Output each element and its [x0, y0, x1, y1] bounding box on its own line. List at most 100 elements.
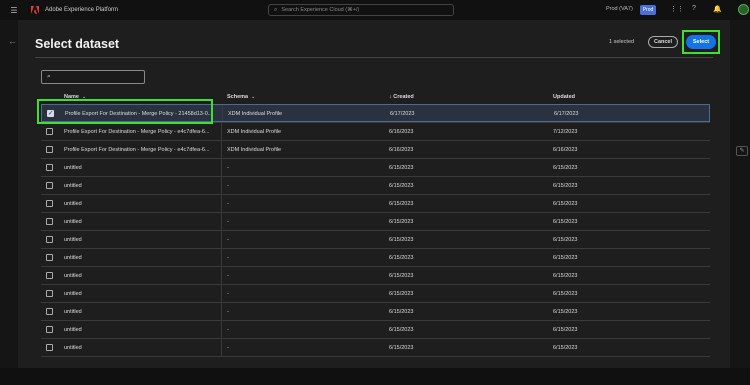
column-divider [221, 339, 222, 356]
cell-schema: - [227, 183, 229, 189]
row-checkbox[interactable] [46, 128, 53, 135]
row-checkbox[interactable] [46, 236, 53, 243]
cell-created: 6/15/2023 [389, 327, 414, 333]
table-row[interactable]: untitled - 6/15/2023 6/15/2023 [41, 194, 710, 212]
table-row[interactable]: untitled - 6/15/2023 6/15/2023 [41, 248, 710, 266]
cell-name: untitled [64, 201, 82, 207]
cell-schema: - [227, 273, 229, 279]
search-icon: ⌕ [47, 73, 51, 80]
table-row[interactable]: untitled - 6/15/2023 6/15/2023 [41, 158, 710, 176]
cell-schema: - [227, 309, 229, 315]
cell-name: untitled [64, 237, 82, 243]
table-row[interactable]: untitled - 6/15/2023 6/15/2023 [41, 230, 710, 248]
row-checkbox[interactable] [46, 146, 53, 153]
column-divider [222, 105, 223, 121]
column-divider [221, 141, 222, 158]
adobe-logo-icon [31, 6, 39, 14]
help-icon[interactable]: ? [692, 5, 696, 12]
column-header-schema-label: Schema [227, 94, 249, 100]
bell-icon[interactable]: 🔔 [713, 5, 722, 13]
cell-created: 6/15/2023 [389, 237, 414, 243]
cell-updated: 6/15/2023 [553, 291, 578, 297]
cell-created: 6/15/2023 [389, 255, 414, 261]
cell-schema: XDM Individual Profile [227, 129, 282, 135]
cell-schema: - [227, 255, 229, 261]
edit-icon: ✎ [736, 146, 748, 156]
cell-schema: - [227, 291, 229, 297]
table-row[interactable]: untitled - 6/15/2023 6/15/2023 [41, 320, 710, 338]
table-row[interactable]: untitled - 6/15/2023 6/15/2023 [41, 266, 710, 284]
select-button[interactable]: Select [686, 35, 716, 49]
selected-row-highlight [37, 99, 213, 124]
column-header-created-label: Created [393, 94, 414, 100]
table-bottom-edge [41, 356, 710, 362]
cell-created: 6/15/2023 [389, 165, 414, 171]
cell-name: untitled [64, 273, 82, 279]
table-row[interactable]: untitled - 6/15/2023 6/15/2023 [41, 176, 710, 194]
avatar[interactable] [738, 4, 749, 15]
table-row[interactable]: Profile Export For Destination - Merge P… [41, 140, 710, 158]
app-title[interactable]: Adobe Experience Platform [45, 7, 118, 13]
row-checkbox[interactable] [46, 218, 53, 225]
row-checkbox[interactable] [46, 182, 53, 189]
column-header-updated[interactable]: Updated [553, 94, 575, 100]
row-checkbox[interactable] [46, 290, 53, 297]
dataset-search-input[interactable]: ⌕ [41, 70, 145, 84]
cell-created: 6/15/2023 [389, 201, 414, 207]
row-checkbox[interactable] [46, 308, 53, 315]
dialog-title: Select dataset [35, 37, 120, 51]
row-checkbox[interactable] [46, 200, 53, 207]
chevron-down-icon: ⌄ [251, 94, 256, 100]
column-header-schema[interactable]: Schema ⌄ [227, 94, 255, 100]
table-row[interactable]: untitled - 6/15/2023 6/15/2023 [41, 302, 710, 320]
row-checkbox[interactable] [46, 326, 53, 333]
cell-schema: XDM Individual Profile [228, 111, 283, 117]
env-badge[interactable]: Prod [640, 5, 656, 15]
search-icon: ⌕ [274, 6, 278, 13]
menu-icon[interactable]: ☰ [7, 6, 21, 15]
cell-updated: 6/15/2023 [553, 255, 578, 261]
cell-schema: - [227, 165, 229, 171]
column-divider [221, 249, 222, 266]
row-checkbox[interactable] [46, 164, 53, 171]
row-checkbox[interactable] [46, 272, 53, 279]
apps-grid-icon[interactable]: ⋮⋮ [670, 5, 684, 13]
column-divider [221, 177, 222, 194]
dataset-table: Name⌄ Schema⌄ ↓ Created Updated Profile … [41, 90, 710, 362]
cancel-button[interactable]: Cancel [648, 36, 678, 48]
cell-updated: 6/15/2023 [553, 237, 578, 243]
cell-created: 6/15/2023 [389, 309, 414, 315]
cell-created: 6/16/2023 [389, 129, 414, 135]
table-row[interactable]: Profile Export For Destination - Merge P… [41, 122, 710, 140]
screen: ☰ Adobe Experience Platform ⌕ Search Exp… [0, 0, 750, 385]
column-divider [221, 321, 222, 338]
cell-created: 6/15/2023 [389, 219, 414, 225]
cell-updated: 6/15/2023 [553, 309, 578, 315]
cell-name: Profile Export For Destination - Merge P… [64, 129, 210, 135]
table-row[interactable]: untitled - 6/15/2023 6/15/2023 [41, 338, 710, 356]
cell-created: 6/15/2023 [389, 345, 414, 351]
cell-created: 6/16/2023 [389, 147, 414, 153]
cell-name: untitled [64, 183, 82, 189]
cell-name: untitled [64, 291, 82, 297]
org-switcher[interactable]: Prod (VA7) [606, 6, 633, 12]
cell-schema: XDM Individual Profile [227, 147, 282, 153]
cell-created: 6/15/2023 [389, 183, 414, 189]
cell-created: 6/15/2023 [389, 291, 414, 297]
cell-updated: 7/12/2023 [553, 129, 578, 135]
column-divider [221, 231, 222, 248]
cell-name: untitled [64, 327, 82, 333]
table-row[interactable]: untitled - 6/15/2023 6/15/2023 [41, 212, 710, 230]
row-checkbox[interactable] [46, 254, 53, 261]
global-search-placeholder: Search Experience Cloud (⌘+/) [281, 7, 360, 13]
cell-name: untitled [64, 165, 82, 171]
global-search-input[interactable]: ⌕ Search Experience Cloud (⌘+/) [268, 4, 454, 16]
cell-schema: - [227, 237, 229, 243]
column-header-created[interactable]: ↓ Created [389, 94, 414, 100]
row-checkbox[interactable] [46, 344, 53, 351]
table-row[interactable]: untitled - 6/15/2023 6/15/2023 [41, 284, 710, 302]
cell-updated: 6/15/2023 [553, 219, 578, 225]
cell-updated: 6/15/2023 [553, 165, 578, 171]
cell-schema: - [227, 345, 229, 351]
cell-updated: 6/15/2023 [553, 327, 578, 333]
